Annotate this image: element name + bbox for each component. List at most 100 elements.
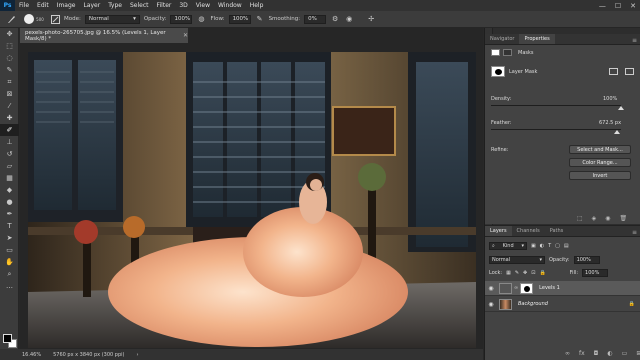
brush-tool-preset-icon[interactable] — [4, 13, 18, 25]
eyedropper-tool-icon[interactable]: ⁄ — [0, 100, 19, 112]
menu-filter[interactable]: Filter — [153, 2, 176, 9]
zoom-tool-icon[interactable]: ⌕ — [0, 268, 19, 280]
color-range-button[interactable]: Color Range... — [569, 158, 631, 167]
menu-select[interactable]: Select — [126, 2, 153, 9]
brush-settings-icon[interactable] — [50, 14, 60, 24]
tab-layers[interactable]: Layers — [485, 226, 512, 236]
type-tool-icon[interactable]: T — [0, 220, 19, 232]
link-icon[interactable]: ∞ — [514, 285, 518, 291]
folder-icon[interactable]: ▭ — [622, 350, 628, 357]
shape-tool-icon[interactable]: ▭ — [0, 244, 19, 256]
feather-slider-thumb[interactable] — [614, 130, 621, 134]
more-tools-icon[interactable]: … — [0, 280, 19, 292]
frame-tool-icon[interactable]: ⊠ — [0, 88, 19, 100]
pen-tool-icon[interactable]: ✒ — [0, 208, 19, 220]
eraser-tool-icon[interactable]: ▱ — [0, 160, 19, 172]
lock-artboard-icon[interactable]: ⊡ — [531, 270, 535, 276]
lasso-tool-icon[interactable]: ◌ — [0, 52, 19, 64]
filter-type-icon[interactable]: T — [548, 243, 551, 249]
clone-stamp-tool-icon[interactable]: ⊥ — [0, 136, 19, 148]
gradient-tool-icon[interactable]: ▦ — [0, 172, 19, 184]
airbrush-icon[interactable]: ✎ — [255, 14, 265, 24]
lock-position-icon[interactable]: ✥ — [523, 270, 527, 276]
eye-icon[interactable]: ◉ — [485, 301, 497, 308]
apply-mask-icon[interactable]: ◈ — [592, 215, 597, 222]
select-and-mask-button[interactable]: Select and Mask... — [569, 145, 631, 154]
document-tab[interactable]: pexels-photo-265705.jpg @ 16.5% (Levels … — [20, 28, 188, 43]
move-tool-icon[interactable]: ✥ — [0, 28, 19, 40]
symmetry-icon[interactable]: ✢ — [366, 14, 376, 24]
density-slider-thumb[interactable] — [618, 106, 624, 110]
layer-row-levels[interactable]: ◉ ∞ Levels 1 — [485, 281, 640, 296]
filter-pixel-icon[interactable]: ▣ — [531, 243, 536, 249]
tab-channels[interactable]: Channels — [512, 226, 545, 236]
menu-view[interactable]: View — [192, 2, 214, 9]
lock-all-icon[interactable]: 🔒 — [539, 270, 545, 276]
chevron-right-icon[interactable]: › — [136, 352, 138, 358]
photo-canvas[interactable] — [28, 52, 476, 348]
blend-mode-select[interactable]: Normal ▾ — [489, 256, 545, 264]
density-value[interactable]: 100% — [603, 96, 617, 102]
menu-window[interactable]: Window — [214, 2, 246, 9]
pressure-size-icon[interactable]: ◉ — [344, 14, 354, 24]
flow-field[interactable]: 100% — [228, 14, 251, 24]
menu-help[interactable]: Help — [246, 2, 268, 9]
opacity-field[interactable]: 100% — [170, 14, 193, 24]
pixel-mask-icon[interactable] — [491, 49, 500, 56]
filter-adjustment-icon[interactable]: ◐ — [540, 243, 544, 249]
kind-filter-select[interactable]: ⌕ Kind ▾ — [489, 242, 527, 250]
crop-tool-icon[interactable]: ⌗ — [0, 76, 19, 88]
layers-menu-icon[interactable]: ≡ — [632, 229, 640, 236]
smoothing-field[interactable]: 0% — [304, 14, 327, 24]
delete-mask-icon[interactable]: 🗑 — [620, 215, 628, 222]
load-selection-icon[interactable]: ⬚ — [577, 215, 583, 222]
mode-select[interactable]: Normal ▾ — [84, 14, 140, 24]
filter-smart-icon[interactable]: ▤ — [564, 243, 569, 249]
close-icon[interactable]: ✕ — [630, 2, 636, 10]
lock-transparent-icon[interactable]: ▦ — [506, 270, 511, 276]
tab-paths[interactable]: Paths — [545, 226, 569, 236]
menu-3d[interactable]: 3D — [175, 2, 191, 9]
menu-image[interactable]: Image — [53, 2, 80, 9]
tab-navigator[interactable]: Navigator — [485, 34, 519, 44]
brush-tool-icon[interactable]: ✐ — [0, 124, 19, 136]
dodge-tool-icon[interactable]: ● — [0, 196, 19, 208]
brush-size-picker[interactable]: 500 — [22, 13, 46, 25]
tab-properties[interactable]: Properties — [519, 34, 555, 44]
lock-image-icon[interactable]: ✎ — [515, 270, 519, 276]
menu-layer[interactable]: Layer — [79, 2, 104, 9]
layer-opacity-field[interactable]: 100% — [573, 256, 600, 264]
fx-icon[interactable]: fx — [579, 350, 585, 357]
history-brush-tool-icon[interactable]: ↺ — [0, 148, 19, 160]
maximize-icon[interactable]: ☐ — [615, 2, 621, 10]
invert-button[interactable]: Invert — [569, 171, 631, 180]
new-layer-icon[interactable]: ⊞ — [636, 350, 640, 357]
color-swatches[interactable] — [3, 334, 17, 348]
blur-tool-icon[interactable]: ◆ — [0, 184, 19, 196]
visibility-icon[interactable]: ◉ — [605, 215, 610, 222]
hand-tool-icon[interactable]: ✋ — [0, 256, 19, 268]
select-pixel-mask-icon[interactable] — [609, 68, 618, 75]
fill-field[interactable]: 100% — [582, 269, 609, 277]
add-vector-mask-icon[interactable] — [625, 68, 634, 75]
pressure-opacity-icon[interactable]: ◍ — [196, 14, 206, 24]
marquee-tool-icon[interactable]: ⬚ — [0, 40, 19, 52]
vector-mask-icon[interactable] — [503, 49, 512, 56]
zoom-level[interactable]: 16.46% — [22, 352, 41, 358]
menu-type[interactable]: Type — [104, 2, 126, 9]
healing-brush-tool-icon[interactable]: ✚ — [0, 112, 19, 124]
lock-icon[interactable]: 🔒 — [629, 301, 635, 307]
minimize-icon[interactable]: — — [599, 2, 606, 10]
layer-name[interactable]: Levels 1 — [539, 285, 560, 291]
path-select-tool-icon[interactable]: ➤ — [0, 232, 19, 244]
quick-select-tool-icon[interactable]: ✎ — [0, 64, 19, 76]
density-slider[interactable] — [491, 105, 621, 106]
adjustment-icon[interactable]: ◐ — [607, 350, 612, 357]
menu-file[interactable]: File — [15, 2, 33, 9]
add-mask-icon[interactable]: ◘ — [594, 350, 599, 357]
layer-row-background[interactable]: ◉ Background 🔒 — [485, 297, 640, 312]
close-tab-icon[interactable]: ✕ — [183, 32, 188, 39]
foreground-color-swatch[interactable] — [3, 334, 12, 343]
filter-shape-icon[interactable]: ▢ — [555, 243, 560, 249]
layer-mask-thumbnail-small[interactable] — [520, 282, 534, 294]
